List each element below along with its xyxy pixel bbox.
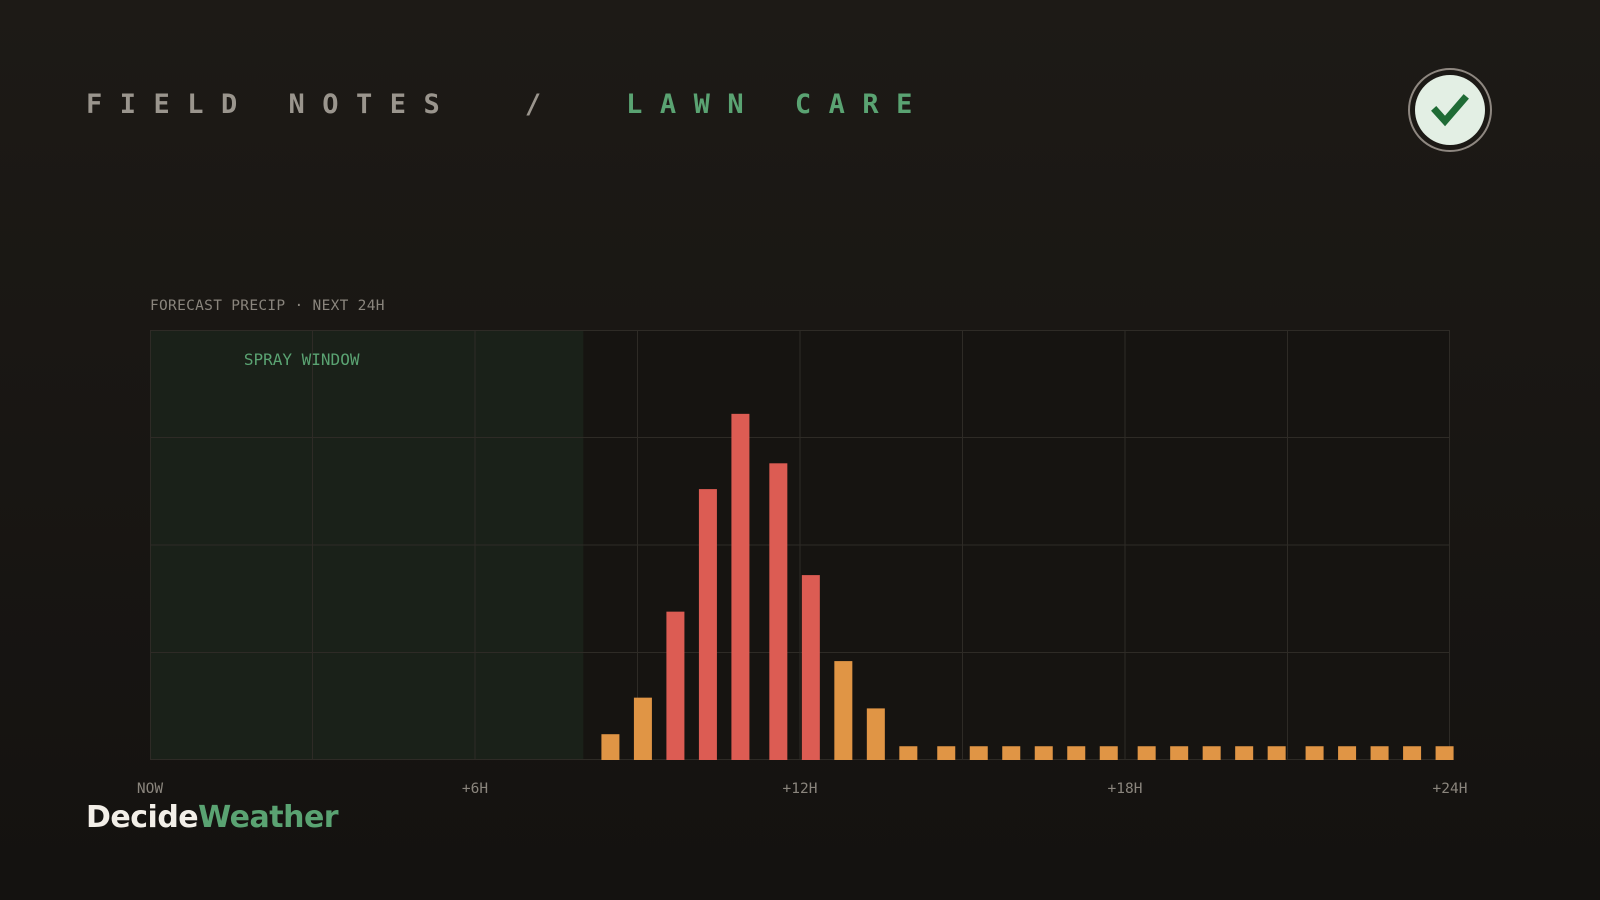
precip-bar: [1305, 746, 1324, 760]
precip-bar: [1338, 746, 1357, 760]
precip-bar: [1267, 746, 1286, 760]
precip-bar: [1235, 746, 1254, 760]
brand-name-part2: Weather: [198, 800, 339, 835]
precip-bar: [969, 746, 988, 760]
precip-bar: [937, 746, 956, 760]
precip-bar: [1002, 746, 1021, 760]
x-tick-label: +12H: [783, 781, 818, 797]
x-tick-label: +6H: [462, 781, 488, 797]
precip-bar: [834, 661, 853, 760]
x-tick-label: +24H: [1433, 781, 1468, 797]
precip-bar: [1435, 746, 1454, 760]
precip-bar: [866, 708, 885, 760]
precip-bar: [1034, 746, 1053, 760]
precip-bar: [1067, 746, 1086, 760]
precip-bar: [1099, 746, 1118, 760]
precip-bar: [899, 746, 918, 760]
x-tick-label: NOW: [137, 781, 163, 797]
precip-bar: [1202, 746, 1221, 760]
precip-bar: [1170, 746, 1189, 760]
brand-logo: DecideWeather: [86, 798, 339, 838]
precip-chart: SPRAY WINDOW NOW +6H +12H +18H +24H: [137, 330, 1468, 797]
precip-bar: [698, 489, 717, 760]
x-tick-label: +18H: [1108, 781, 1143, 797]
precip-bar: [769, 463, 788, 760]
precip-bar: [1370, 746, 1389, 760]
precip-bar: [633, 697, 652, 760]
spray-window-label: SPRAY WINDOW: [244, 350, 360, 369]
precip-bar: [1137, 746, 1156, 760]
precip-bar: [666, 611, 685, 760]
precip-bar: [1403, 746, 1422, 760]
brand-name-part1: Decide: [86, 800, 199, 835]
precip-bar: [731, 413, 750, 760]
precip-bar: [601, 734, 620, 760]
precip-bar: [801, 575, 820, 760]
